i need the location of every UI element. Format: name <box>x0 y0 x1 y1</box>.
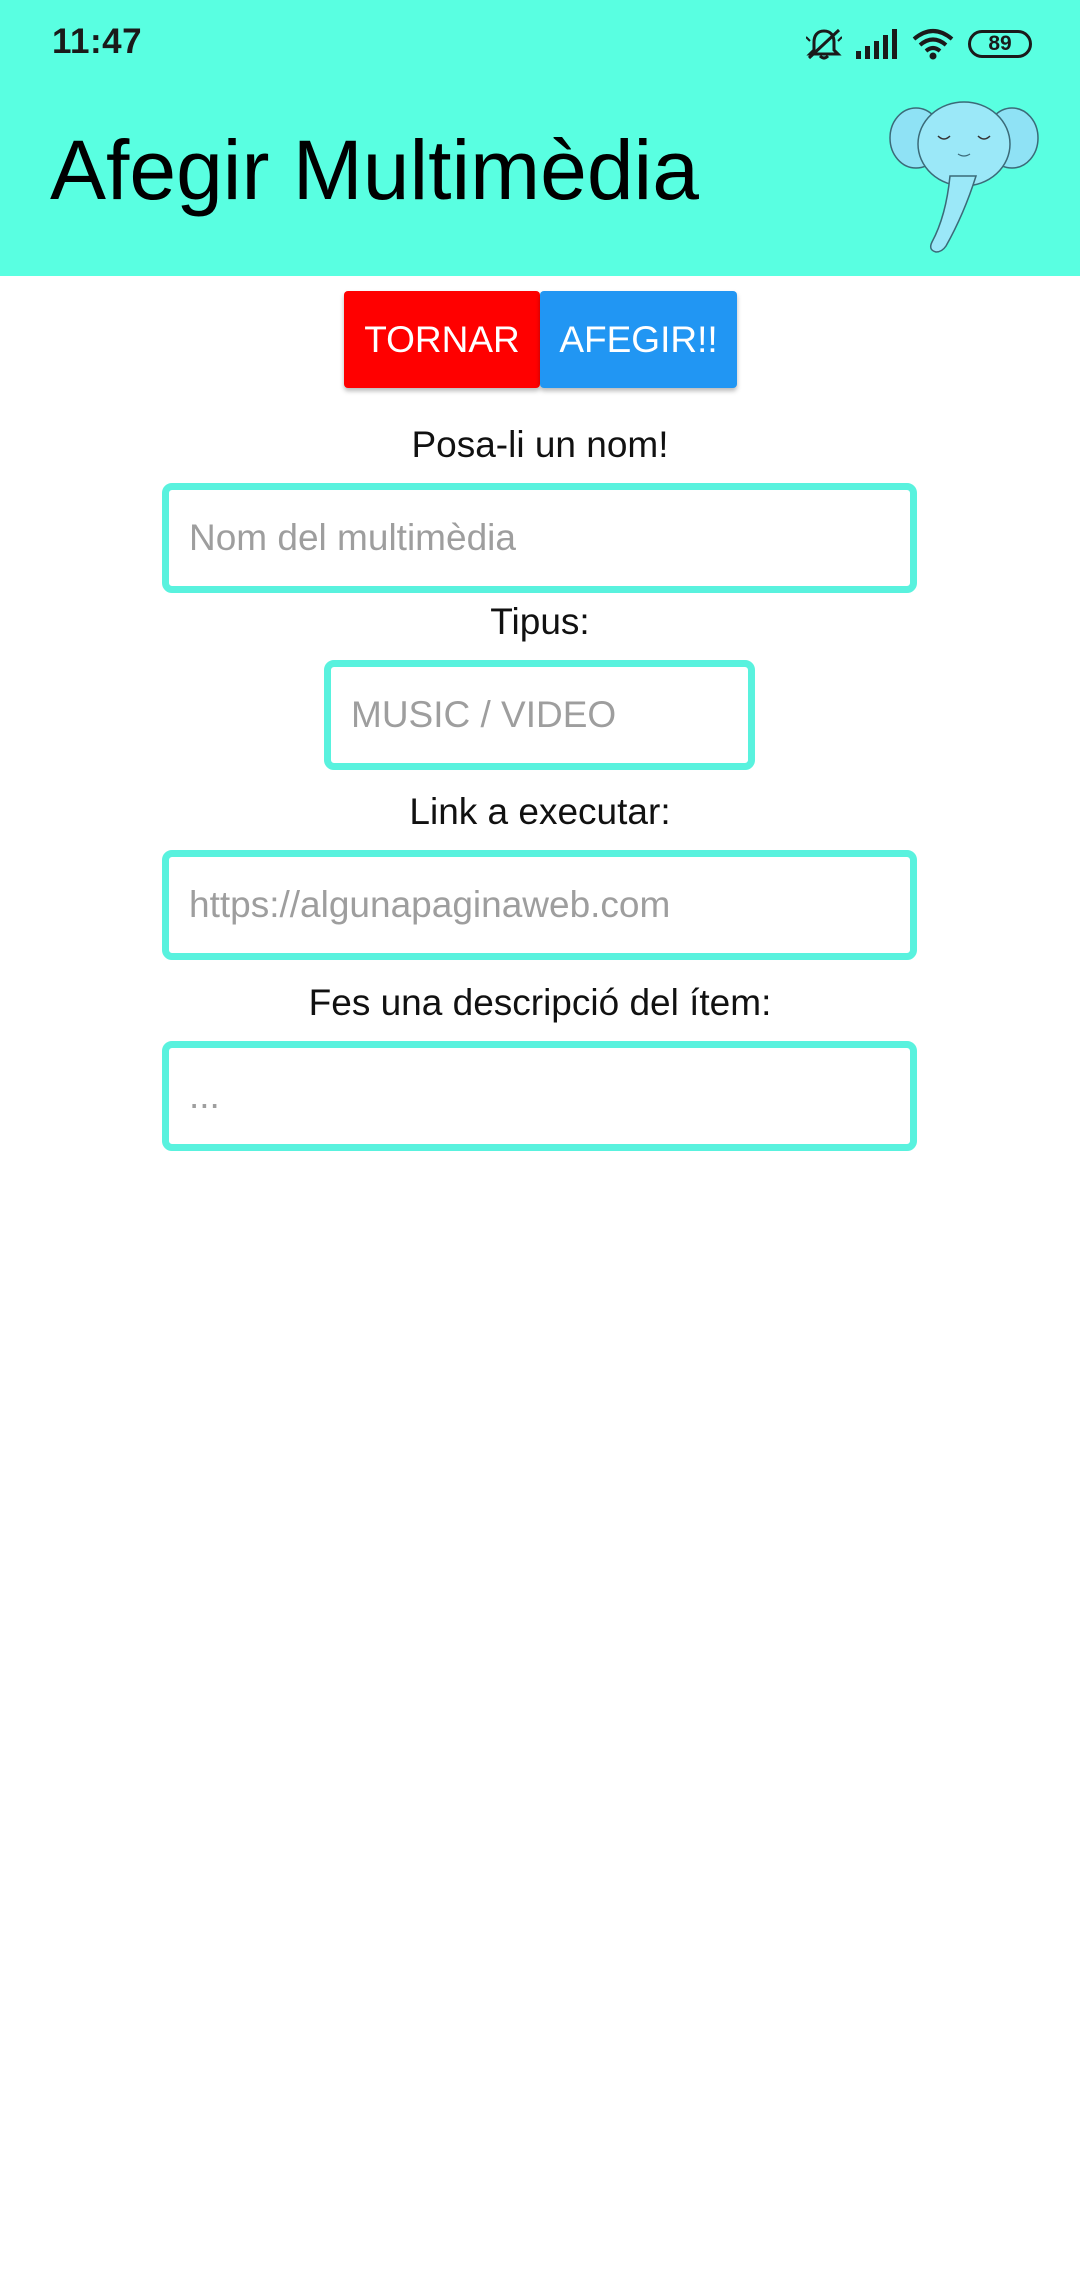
page-title: Afegir Multimèdia <box>50 123 699 217</box>
description-field[interactable]: ... <box>162 1041 917 1151</box>
battery-icon: 89 <box>968 30 1032 58</box>
link-label: Link a executar: <box>409 791 671 832</box>
name-label: Posa-li un nom! <box>411 424 669 465</box>
wifi-icon <box>912 28 954 60</box>
type-label: Tipus: <box>490 601 590 642</box>
add-button[interactable]: AFEGIR!! <box>540 291 737 388</box>
status-time: 11:47 <box>52 22 143 61</box>
description-label: Fes una descripció del ítem: <box>308 982 772 1023</box>
elephant-logo <box>888 96 1040 256</box>
name-field[interactable]: Nom del multimèdia <box>162 483 917 593</box>
signal-icon <box>856 29 898 59</box>
link-field[interactable]: https://algunapaginaweb.com <box>162 850 917 960</box>
action-buttons: TORNAR AFEGIR!! <box>344 291 737 388</box>
app-header: 11:47 89 Afegir Multimèdia <box>0 0 1080 276</box>
status-icons: 89 <box>806 24 1032 64</box>
back-button[interactable]: TORNAR <box>344 291 540 388</box>
mute-vibrate-icon <box>806 27 842 61</box>
type-field[interactable]: MUSIC / VIDEO <box>324 660 755 770</box>
